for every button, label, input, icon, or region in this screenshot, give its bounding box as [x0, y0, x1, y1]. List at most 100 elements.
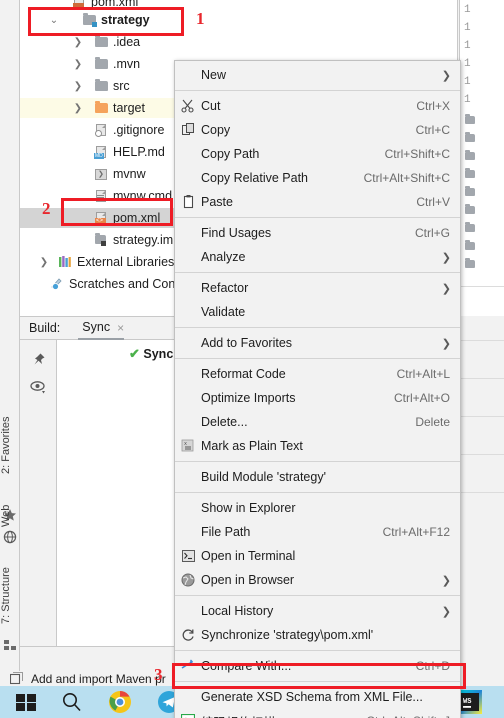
- menu-item-show-in-explorer[interactable]: Show in Explorer: [175, 496, 460, 520]
- folder-grey-icon: [464, 222, 475, 233]
- menu-item-shortcut: Ctrl+D: [415, 659, 450, 673]
- menu-item-copy[interactable]: Copy Ctrl+C: [175, 118, 460, 142]
- menu-item-find-usages[interactable]: Find Usages Ctrl+G: [175, 221, 460, 245]
- menu-item-coding-convention-scan[interactable]: 编码规约扫描 Ctrl+Alt+Shift+J: [175, 709, 460, 718]
- chrome-icon[interactable]: [108, 690, 132, 714]
- folder-grey-icon: [464, 150, 475, 161]
- folder-grey-icon: [464, 114, 475, 125]
- menu-item-synchronize[interactable]: Synchronize 'strategy\pom.xml': [175, 623, 460, 647]
- menu-item-mark-as-plain-text[interactable]: x Mark as Plain Text: [175, 434, 460, 458]
- search-icon[interactable]: [60, 690, 84, 714]
- menu-item-shortcut: Ctrl+Alt+Shift+C: [363, 171, 450, 185]
- build-window-title: Build:: [29, 321, 61, 335]
- sidebar-item-structure[interactable]: 7: Structure: [0, 553, 20, 638]
- libraries-icon: [58, 255, 74, 269]
- menu-item-shortcut: Ctrl+X: [416, 99, 450, 113]
- chevron-right-icon: ❯: [441, 574, 451, 587]
- menu-separator: [175, 217, 460, 218]
- gutter-line-number: 1: [464, 22, 471, 34]
- chevron-down-icon[interactable]: ⌄: [48, 15, 60, 26]
- gutter-line-number: 1: [464, 94, 471, 106]
- menu-icon-placeholder: [175, 496, 201, 520]
- tree-row-label: pom.xml: [113, 211, 161, 225]
- context-menu[interactable]: New ❯ Cut Ctrl+X Copy Ctrl+C Copy Path C…: [174, 60, 461, 718]
- menu-item-generate-xsd-schema[interactable]: Generate XSD Schema from XML File...: [175, 685, 460, 709]
- chevron-right-icon[interactable]: ❯: [72, 37, 84, 48]
- menu-item-build-module[interactable]: Build Module 'strategy': [175, 465, 460, 489]
- status-bar-icon: [10, 672, 23, 685]
- menu-item-label: Mark as Plain Text: [201, 439, 303, 453]
- structure-icon[interactable]: [3, 638, 17, 652]
- gutter-line-number: 1: [464, 40, 471, 52]
- refresh-icon: [175, 623, 201, 647]
- menu-icon-placeholder: [175, 166, 201, 190]
- browser-globe-icon: [175, 568, 201, 592]
- sidebar-item-web[interactable]: Web: [0, 496, 20, 536]
- webstorm-icon[interactable]: WS: [458, 690, 482, 714]
- annotation-number-1: 1: [196, 9, 205, 28]
- menu-item-label: 编码规约扫描: [201, 712, 366, 718]
- folder-grey-icon: [94, 57, 110, 71]
- chevron-right-icon[interactable]: ❯: [72, 81, 84, 92]
- sidebar-item-favorites[interactable]: 2: Favorites: [0, 390, 20, 500]
- chevron-right-icon[interactable]: ❯: [72, 103, 84, 114]
- eye-icon[interactable]: [30, 380, 47, 394]
- menu-item-paste[interactable]: Paste Ctrl+V: [175, 190, 460, 214]
- plain-text-icon: x: [175, 434, 201, 458]
- scratches-icon: [50, 277, 66, 291]
- menu-icon-placeholder: [175, 276, 201, 300]
- menu-item-shortcut: Ctrl+G: [414, 226, 450, 240]
- pin-icon[interactable]: [31, 352, 46, 367]
- menu-icon-placeholder: [175, 410, 201, 434]
- tab-sync-label: Sync: [82, 320, 111, 334]
- menu-item-label: Optimize Imports: [201, 391, 296, 405]
- menu-item-cut[interactable]: Cut Ctrl+X: [175, 94, 460, 118]
- windows-start-icon[interactable]: [14, 690, 38, 714]
- menu-item-compare-with[interactable]: Compare With... Ctrl+D: [175, 654, 460, 678]
- clipboard-icon: [175, 190, 201, 214]
- menu-separator: [175, 492, 460, 493]
- menu-item-delete[interactable]: Delete... Delete: [175, 410, 460, 434]
- menu-item-analyze[interactable]: Analyze ❯: [175, 245, 460, 269]
- menu-item-local-history[interactable]: Local History ❯: [175, 599, 460, 623]
- tree-row-label: pom.xml: [91, 0, 139, 9]
- menu-item-label: Find Usages: [201, 226, 272, 240]
- menu-item-reformat-code[interactable]: Reformat Code Ctrl+Alt+L: [175, 362, 460, 386]
- close-icon[interactable]: ×: [117, 321, 124, 335]
- menu-separator: [175, 90, 460, 91]
- menu-item-new[interactable]: New ❯: [175, 63, 460, 87]
- menu-item-refactor[interactable]: Refactor ❯: [175, 276, 460, 300]
- tree-row-idea[interactable]: ❯ .idea: [72, 32, 457, 52]
- menu-item-label: Synchronize 'strategy\pom.xml': [201, 628, 374, 642]
- editor-gutter-sliver[interactable]: 1 1 1 1 1 1: [459, 0, 504, 316]
- menu-item-label: Validate: [201, 305, 246, 319]
- chevron-right-icon: ❯: [441, 251, 451, 264]
- script-icon: ❯: [94, 167, 110, 181]
- menu-item-open-in-browser[interactable]: Open in Browser ❯: [175, 568, 460, 592]
- maven-pom-icon: [72, 0, 88, 9]
- chevron-right-icon: ❯: [441, 337, 451, 350]
- gitignore-icon: [94, 123, 110, 137]
- chevron-right-icon[interactable]: ❯: [38, 257, 50, 268]
- menu-item-label: Copy: [201, 123, 231, 137]
- menu-item-open-in-terminal[interactable]: Open in Terminal: [175, 544, 460, 568]
- menu-item-shortcut: Ctrl+Shift+C: [384, 147, 450, 161]
- menu-item-label: Build Module 'strategy': [201, 470, 326, 484]
- menu-icon-placeholder: [175, 386, 201, 410]
- menu-item-file-path[interactable]: File Path Ctrl+Alt+F12: [175, 520, 460, 544]
- tree-row-label: .gitignore: [113, 123, 165, 137]
- status-bar-text: Add and import Maven pr: [31, 671, 166, 686]
- menu-item-optimize-imports[interactable]: Optimize Imports Ctrl+Alt+O: [175, 386, 460, 410]
- tree-row-strategy[interactable]: ⌄ strategy: [48, 10, 457, 30]
- menu-item-copy-path[interactable]: Copy Path Ctrl+Shift+C: [175, 142, 460, 166]
- menu-item-label: Cut: [201, 99, 221, 113]
- menu-item-validate[interactable]: Validate: [175, 300, 460, 324]
- tab-sync[interactable]: Sync: [78, 320, 124, 340]
- menu-item-label: File Path: [201, 525, 251, 539]
- menu-item-copy-relative-path[interactable]: Copy Relative Path Ctrl+Alt+Shift+C: [175, 166, 460, 190]
- menu-icon-placeholder: [175, 221, 201, 245]
- menu-item-add-to-favorites[interactable]: Add to Favorites ❯: [175, 331, 460, 355]
- folder-grey-icon: [94, 35, 110, 49]
- scissors-icon: [175, 94, 201, 118]
- chevron-right-icon[interactable]: ❯: [72, 59, 84, 70]
